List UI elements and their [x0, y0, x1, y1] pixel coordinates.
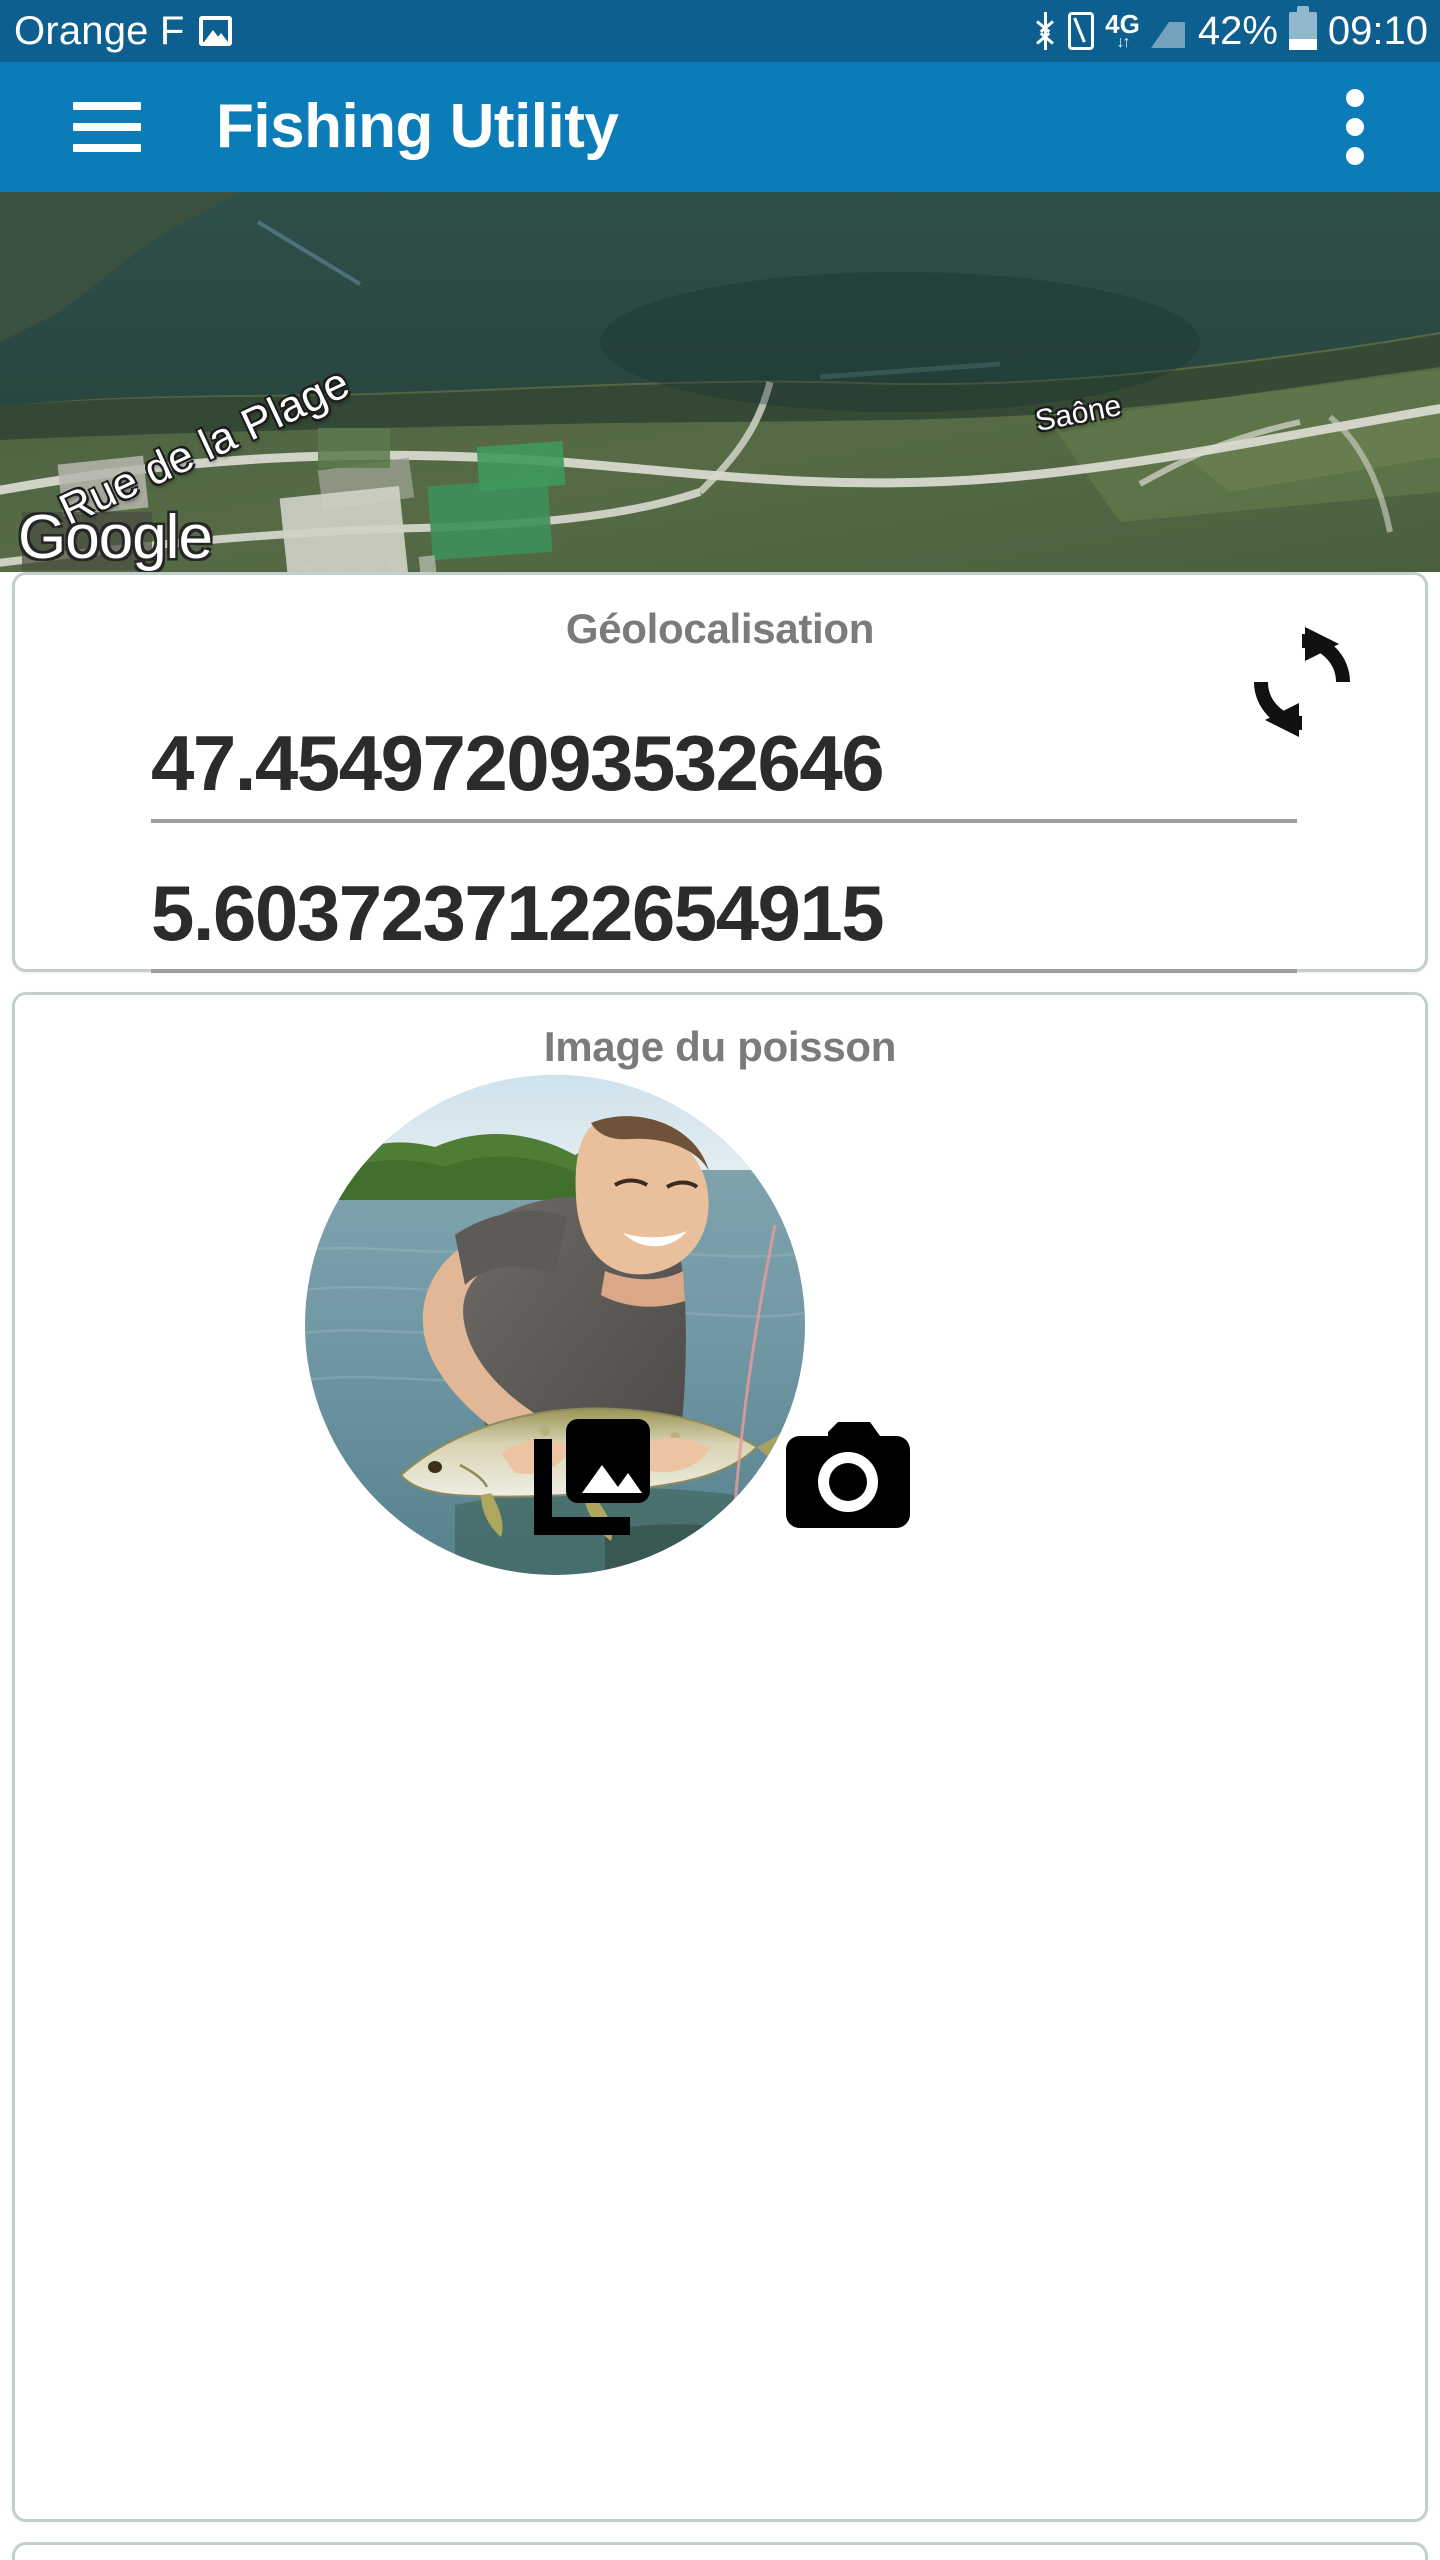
image-icon — [198, 16, 232, 46]
status-icons-group: 4G ↓↑ 42% 09:10 — [1033, 6, 1428, 54]
updown-arrows-icon: ↓↑ — [1116, 34, 1130, 51]
map-view[interactable]: Saône Rue de la Plage Google — [0, 192, 1440, 572]
fish-image-card-title: Image du poisson — [543, 1023, 897, 1070]
network-type-indicator: 4G ↓↑ — [1105, 11, 1140, 51]
geolocation-card-title: Géolocalisation — [565, 605, 875, 652]
status-bar: Orange F 4G ↓↑ 42% 09:10 — [0, 0, 1440, 62]
geolocation-card: Géolocalisation 47.454972093532646 5.603… — [12, 572, 1428, 973]
signal-bars-icon — [1150, 14, 1187, 48]
battery-percent-label: 42% — [1197, 8, 1278, 53]
nfc-icon — [1068, 12, 1095, 50]
photo-action-buttons — [15, 1413, 1425, 1546]
more-vertical-icon[interactable] — [1346, 89, 1364, 165]
longitude-value: 5.6037237122654915 — [151, 869, 885, 957]
latitude-field[interactable]: 47.454972093532646 — [151, 719, 1297, 823]
latitude-value: 47.454972093532646 — [151, 719, 885, 807]
clock-label: 09:10 — [1327, 8, 1428, 53]
hamburger-menu-icon[interactable] — [73, 102, 141, 152]
longitude-field[interactable]: 5.6037237122654915 — [151, 869, 1297, 973]
photo-library-icon[interactable] — [528, 1413, 656, 1546]
bluetooth-icon — [1033, 12, 1057, 50]
map-pin-icon — [892, 359, 1028, 535]
camera-icon[interactable] — [784, 1422, 912, 1537]
page-title: Fishing Utility — [216, 92, 619, 161]
battery-icon — [1288, 6, 1317, 50]
app-root: Orange F 4G ↓↑ 42% 09:10 Fishing Utility — [0, 0, 1440, 2560]
next-card — [12, 2542, 1428, 2560]
carrier-label: Orange F — [14, 9, 185, 53]
fish-image-card: Image du poisson — [12, 992, 1428, 2522]
app-bar: Fishing Utility — [0, 62, 1440, 192]
